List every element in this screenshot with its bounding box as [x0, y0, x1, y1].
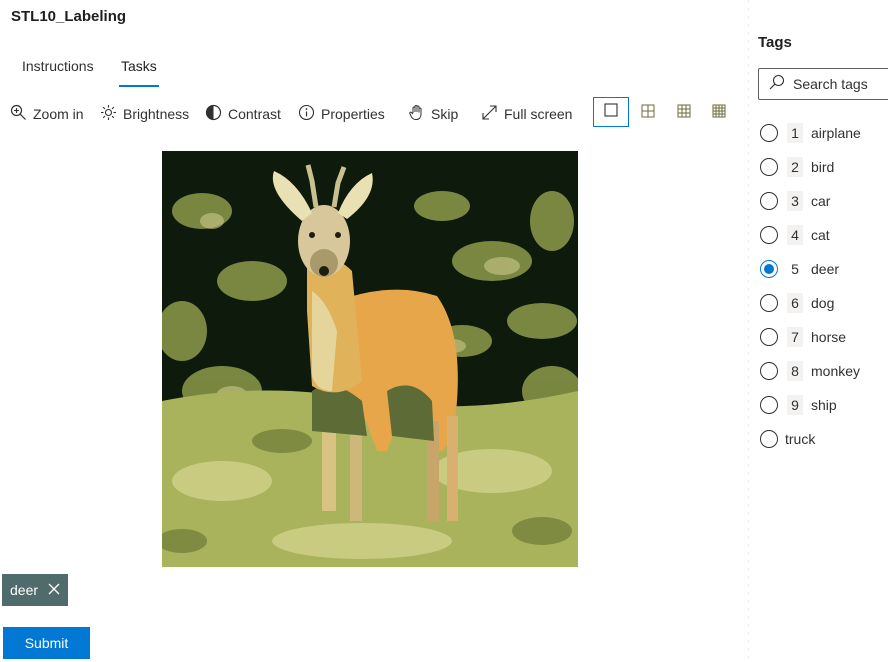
- contrast-icon: [205, 104, 222, 124]
- tag-option-airplane[interactable]: 1 airplane: [760, 118, 861, 148]
- tag-option-monkey[interactable]: 8 monkey: [760, 356, 860, 386]
- tab-tasks[interactable]: Tasks: [119, 58, 159, 87]
- brightness-button[interactable]: Brightness: [100, 98, 189, 130]
- grid-2x2-button[interactable]: [631, 98, 665, 128]
- hotkey-badge: 7: [787, 327, 803, 347]
- radio-button[interactable]: [760, 294, 778, 312]
- tag-option-cat[interactable]: 4 cat: [760, 220, 830, 250]
- contrast-button[interactable]: Contrast: [205, 98, 281, 130]
- zoom-in-icon: [10, 104, 27, 124]
- hotkey-badge: 4: [787, 225, 803, 245]
- radio-button[interactable]: [760, 362, 778, 380]
- properties-button[interactable]: Properties: [298, 98, 385, 130]
- radio-dot: [764, 264, 774, 274]
- close-icon[interactable]: [48, 582, 60, 598]
- search-icon: [769, 74, 785, 95]
- sun-icon: [100, 104, 117, 124]
- properties-label: Properties: [321, 106, 385, 122]
- tag-label: horse: [811, 329, 847, 345]
- hotkey-badge: 1: [787, 123, 803, 143]
- radio-button[interactable]: [760, 226, 778, 244]
- radio-button[interactable]: [760, 396, 778, 414]
- submit-button[interactable]: Submit: [3, 627, 90, 659]
- grid-4x4-icon: [712, 104, 726, 123]
- hotkey-badge: 9: [787, 395, 803, 415]
- tag-label: bird: [811, 159, 835, 175]
- project-title: STL10_Labeling: [11, 8, 127, 25]
- grid-1x1-button[interactable]: [593, 97, 629, 127]
- zoom-in-label: Zoom in: [33, 106, 84, 122]
- brightness-label: Brightness: [123, 106, 190, 122]
- grid-4x4-button[interactable]: [702, 98, 736, 128]
- grid-2x2-icon: [641, 104, 655, 123]
- selected-tag-label: deer: [10, 582, 39, 598]
- tag-label: monkey: [811, 363, 861, 379]
- radio-button[interactable]: [760, 124, 778, 142]
- hotkey-badge: 8: [787, 361, 803, 381]
- tag-option-horse[interactable]: 7 horse: [760, 322, 846, 352]
- hotkey-badge: 6: [787, 293, 803, 313]
- info-icon: [298, 104, 315, 124]
- tag-option-car[interactable]: 3 car: [760, 186, 830, 216]
- search-tags-input[interactable]: [793, 76, 888, 92]
- full-screen-label: Full screen: [504, 106, 573, 122]
- tag-label: airplane: [811, 125, 861, 141]
- tag-label: dog: [811, 295, 835, 311]
- contrast-label: Contrast: [228, 106, 281, 122]
- radio-button[interactable]: [760, 158, 778, 176]
- radio-button[interactable]: [760, 192, 778, 210]
- tag-label: deer: [811, 261, 840, 277]
- grid-3x3-button[interactable]: [667, 98, 701, 128]
- expand-icon: [481, 104, 498, 124]
- tag-option-truck[interactable]: truck: [760, 424, 815, 454]
- grid-3x3-icon: [677, 104, 691, 123]
- hand-icon: [408, 104, 425, 124]
- search-tags-box[interactable]: [758, 68, 888, 100]
- hotkey-badge: 2: [787, 157, 803, 177]
- radio-button[interactable]: [760, 328, 778, 346]
- hotkey-badge: 3: [787, 191, 803, 211]
- tag-label: ship: [811, 397, 837, 413]
- tag-label: truck: [785, 431, 816, 447]
- deer-photo: [162, 151, 578, 567]
- single-square-icon: [604, 102, 618, 122]
- image-toolbar: Zoom in Brightness Contrast Properties S…: [0, 97, 740, 132]
- radio-button-checked[interactable]: [760, 260, 778, 278]
- tag-option-ship[interactable]: 9 ship: [760, 390, 837, 420]
- radio-button[interactable]: [760, 430, 778, 448]
- zoom-in-button[interactable]: Zoom in: [10, 98, 84, 130]
- panel-divider: [748, 0, 749, 662]
- tag-option-bird[interactable]: 2 bird: [760, 152, 834, 182]
- tag-label: car: [811, 193, 831, 209]
- full-screen-button[interactable]: Full screen: [481, 98, 572, 130]
- tag-label: cat: [811, 227, 830, 243]
- hotkey-badge: 5: [791, 261, 799, 277]
- tab-instructions[interactable]: Instructions: [22, 58, 94, 74]
- skip-label: Skip: [431, 106, 459, 122]
- selected-tag-chip: deer: [2, 574, 69, 606]
- tag-option-deer[interactable]: 5 deer: [760, 254, 839, 284]
- task-image: [162, 151, 578, 567]
- tags-panel-title: Tags: [758, 34, 792, 51]
- skip-button[interactable]: Skip: [408, 98, 458, 130]
- tag-option-dog[interactable]: 6 dog: [760, 288, 834, 318]
